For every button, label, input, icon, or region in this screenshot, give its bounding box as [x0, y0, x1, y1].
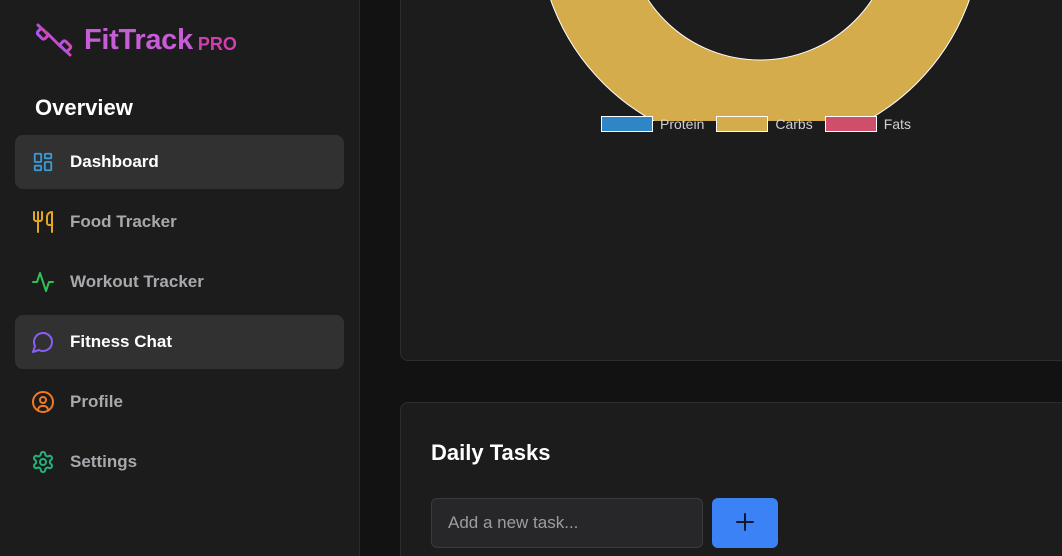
sidebar-item-workout-tracker[interactable]: Workout Tracker [15, 255, 344, 309]
sidebar-item-food-tracker[interactable]: Food Tracker [15, 195, 344, 249]
sidebar-item-dashboard[interactable]: Dashboard [15, 135, 344, 189]
utensils-icon [31, 210, 55, 234]
brand-badge: PRO [197, 33, 237, 54]
sidebar-item-settings[interactable]: Settings [15, 435, 344, 489]
sidebar-item-profile[interactable]: Profile [15, 375, 344, 429]
tasks-title: Daily Tasks [431, 440, 551, 465]
donut-chart [550, 0, 970, 121]
section-title: Overview [35, 95, 133, 120]
sidebar-item-label: Workout Tracker [70, 272, 204, 291]
sidebar-item-label: Fitness Chat [70, 332, 173, 351]
legend-swatch [601, 116, 653, 132]
sidebar-item-label: Settings [70, 452, 138, 471]
legend-swatch [716, 116, 769, 132]
chat-icon [31, 330, 55, 354]
chart-slice-carbs[interactable] [550, 0, 970, 121]
new-task-input[interactable] [431, 498, 703, 548]
daily-tasks-card: Daily Tasks [400, 402, 1062, 556]
legend-item-carbs[interactable]: Carbs [716, 116, 813, 132]
gear-icon [31, 450, 55, 474]
sidebar-item-label: Food Tracker [70, 212, 177, 231]
chart-legend: Protein Carbs Fats [601, 116, 923, 132]
sidebar: FitTrack PRO Overview Dashboard Food Tra… [0, 0, 360, 556]
app: FitTrack PRO Overview Dashboard Food Tra… [0, 0, 1062, 556]
legend-item-fats[interactable]: Fats [824, 116, 911, 132]
sidebar-nav: Dashboard Food Tracker Workout Tracker F… [15, 135, 344, 495]
add-task-button[interactable] [712, 498, 778, 548]
activity-icon [31, 270, 55, 294]
legend-label: Fats [883, 116, 911, 132]
legend-swatch [824, 116, 877, 132]
plus-icon [735, 512, 755, 535]
user-circle-icon [31, 390, 55, 414]
brand-name: FitTrack [84, 23, 193, 56]
macros-chart-card: Protein Carbs Fats [400, 0, 1062, 361]
sidebar-item-fitness-chat[interactable]: Fitness Chat [15, 315, 344, 369]
legend-label: Protein [660, 116, 705, 132]
sidebar-item-label: Profile [70, 392, 123, 411]
brand-logo[interactable]: FitTrack PRO [34, 20, 237, 60]
dashboard-icon [31, 150, 55, 174]
legend-item-protein[interactable]: Protein [601, 116, 704, 132]
legend-label: Carbs [775, 116, 813, 132]
sidebar-item-label: Dashboard [70, 152, 159, 171]
dumbbell-icon [34, 20, 74, 60]
